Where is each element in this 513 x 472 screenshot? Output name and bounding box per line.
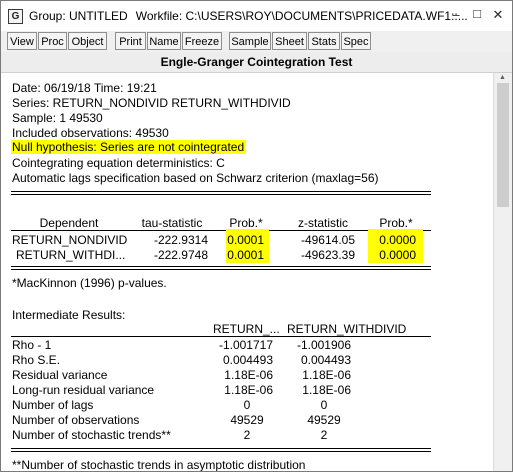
row2-prob-tau: 0.0001 bbox=[227, 248, 264, 262]
row2-z: -49623.39 bbox=[300, 248, 355, 262]
inter-row-val2: 2 bbox=[320, 428, 328, 442]
output-heading-band: Engle-Granger Cointegration Test bbox=[1, 52, 512, 73]
inter-row-label: Residual variance bbox=[12, 368, 108, 382]
null-hypothesis-line: Null hypothesis: Series are not cointegr… bbox=[11, 140, 247, 154]
row1-tau: -222.9314 bbox=[153, 233, 208, 247]
inter-row-val2: 1.18E-06 bbox=[302, 383, 351, 397]
col-header-dependent: Dependent bbox=[39, 216, 99, 230]
header-date-line: Date: 06/19/18 Time: 19:21 bbox=[12, 81, 157, 95]
row2-prob-z: 0.0000 bbox=[379, 248, 416, 262]
inter-row-val2: 0.004493 bbox=[300, 353, 351, 367]
col-header-prob-z: Prob.* bbox=[379, 216, 413, 230]
header-series-line: Series: RETURN_NONDIVID RETURN_WITHDIVID bbox=[12, 96, 291, 110]
inter-row-val2: 0 bbox=[320, 398, 328, 412]
inter-rule-bottom-2 bbox=[11, 451, 431, 452]
inter-col-header-1: RETURN_... bbox=[213, 322, 280, 336]
maximize-button[interactable]: □ bbox=[469, 6, 485, 21]
table-rule-bottom-1 bbox=[11, 266, 431, 267]
lag-spec-line: Automatic lags specification based on Sc… bbox=[12, 171, 379, 185]
sheet-button[interactable]: Sheet bbox=[272, 32, 307, 50]
inter-header-rule bbox=[11, 336, 431, 337]
inter-row-label: Number of observations bbox=[12, 413, 140, 427]
deterministics-line: Cointegrating equation deterministics: C bbox=[12, 156, 225, 170]
freeze-button[interactable]: Freeze bbox=[182, 32, 222, 50]
scroll-up-arrow-icon[interactable]: ▲ bbox=[499, 74, 506, 81]
object-button[interactable]: Object bbox=[68, 32, 107, 50]
inter-row-val1: 0.004493 bbox=[222, 353, 273, 367]
row2-tau: -222.9748 bbox=[153, 248, 208, 262]
vertical-scrollbar[interactable]: ▲ bbox=[493, 73, 512, 471]
inter-row-label: Rho S.E. bbox=[12, 353, 61, 367]
inter-row-val1: 2 bbox=[243, 428, 251, 442]
close-button[interactable]: ✕ bbox=[490, 7, 506, 23]
minimize-button[interactable]: – bbox=[448, 7, 464, 22]
row2-dependent: RETURN_WITHDI... bbox=[16, 248, 126, 262]
row1-prob-tau: 0.0001 bbox=[227, 233, 264, 247]
inter-row-val1: 49529 bbox=[230, 413, 264, 427]
name-button[interactable]: Name bbox=[147, 32, 181, 50]
inter-row-val2: -1.001906 bbox=[296, 338, 351, 352]
stats-button[interactable]: Stats bbox=[308, 32, 340, 50]
col-header-tau: tau-statistic bbox=[141, 216, 203, 230]
spec-button[interactable]: Spec bbox=[341, 32, 371, 50]
inter-row-val1: 1.18E-06 bbox=[224, 368, 273, 382]
header-sample-line: Sample: 1 49530 bbox=[12, 111, 103, 125]
inter-col-header-2: RETURN_WITHDIVID bbox=[287, 322, 407, 336]
header-observations-line: Included observations: 49530 bbox=[12, 126, 169, 140]
eviews-g-icon: G bbox=[8, 9, 23, 24]
intermediate-title: Intermediate Results: bbox=[12, 308, 126, 322]
output-view[interactable]: Date: 06/19/18 Time: 19:21 Series: RETUR… bbox=[1, 73, 493, 471]
inter-row-val1: -1.001717 bbox=[218, 338, 273, 352]
table-rule-bottom-2 bbox=[11, 269, 431, 270]
window-title: Group: UNTITLED Workfile: C:\USERS\ROY\DO… bbox=[29, 9, 468, 23]
inter-row-val2: 49529 bbox=[307, 413, 341, 427]
row1-z: -49614.05 bbox=[300, 233, 355, 247]
table-rule-top-1 bbox=[11, 191, 431, 192]
inter-row-label: Rho - 1 bbox=[12, 338, 52, 352]
title-bar[interactable]: G Group: UNTITLED Workfile: C:\USERS\ROY\… bbox=[1, 1, 512, 31]
inter-row-label: Number of stochastic trends** bbox=[12, 428, 171, 442]
output-heading: Engle-Granger Cointegration Test bbox=[160, 55, 353, 69]
window-title-group: Group: UNTITLED bbox=[29, 9, 128, 23]
scrollbar-thumb[interactable] bbox=[497, 83, 509, 207]
window-title-workfile: Workfile: C:\USERS\ROY\DOCUMENTS\PRICEDA… bbox=[135, 9, 468, 23]
col-header-prob-tau: Prob.* bbox=[229, 216, 263, 230]
eviews-group-window: G Group: UNTITLED Workfile: C:\USERS\ROY\… bbox=[0, 0, 513, 472]
mackinnon-footnote: *MacKinnon (1996) p-values. bbox=[12, 276, 167, 290]
inter-row-label: Number of lags bbox=[12, 398, 94, 412]
proc-button[interactable]: Proc bbox=[38, 32, 67, 50]
table-rule-top-2 bbox=[11, 194, 431, 195]
inter-row-val1: 1.18E-06 bbox=[224, 383, 273, 397]
stochastic-trends-footnote: **Number of stochastic trends in asympto… bbox=[12, 458, 306, 471]
inter-row-val2: 1.18E-06 bbox=[302, 368, 351, 382]
row1-dependent: RETURN_NONDIVID bbox=[12, 233, 128, 247]
inter-rule-bottom-1 bbox=[11, 448, 431, 449]
col-header-z: z-statistic bbox=[297, 216, 348, 230]
inter-row-label: Long-run residual variance bbox=[12, 383, 155, 397]
view-button[interactable]: View bbox=[7, 32, 37, 50]
sample-button[interactable]: Sample bbox=[229, 32, 271, 50]
toolbar: View Proc Object Print Name Freeze Sampl… bbox=[1, 31, 512, 53]
inter-row-val1: 0 bbox=[243, 398, 251, 412]
print-button[interactable]: Print bbox=[115, 32, 146, 50]
row1-prob-z: 0.0000 bbox=[379, 233, 416, 247]
